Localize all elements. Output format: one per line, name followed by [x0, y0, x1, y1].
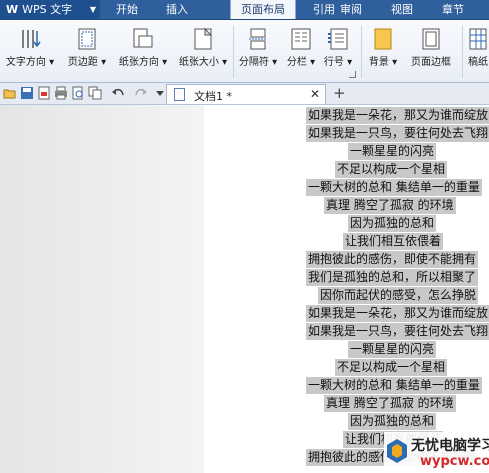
columns-button[interactable]: 分栏 ▾	[284, 20, 318, 82]
watermark-logo-icon	[387, 439, 407, 463]
menu-bar: W WPS 文字 ▼ 开始 插入 页面布局 引用 审阅 视图 章节	[0, 0, 489, 20]
text-line[interactable]: 因为孤独的总和	[348, 413, 437, 430]
orientation-button[interactable]: 纸张方向 ▾	[114, 20, 172, 82]
draft-paper-button[interactable]: 稿纸	[466, 20, 489, 82]
open-folder-icon[interactable]	[3, 86, 17, 100]
text-line[interactable]: 我们是孤独的总和，所以相聚了	[306, 269, 479, 286]
paper-size-button[interactable]: 纸张大小 ▾	[174, 20, 232, 82]
text-line[interactable]: 如果我是一只鸟，要往何处去飞翔	[306, 125, 489, 142]
orientation-icon	[131, 27, 155, 54]
draft-paper-icon	[467, 27, 489, 54]
text-line[interactable]: 一颗星星的闪亮	[348, 143, 437, 160]
watermark-url: wypcw.com	[420, 454, 489, 469]
page-setup-launcher-icon[interactable]	[349, 71, 356, 78]
text-line[interactable]: 因为孤独的总和	[348, 215, 437, 232]
text-line[interactable]: 不足以构成一个星相	[335, 161, 448, 178]
new-tab-button[interactable]: +	[333, 84, 346, 102]
text-line[interactable]: 因你而起伏的感受，怎么挣脱	[318, 287, 479, 304]
ribbon-divider	[462, 26, 463, 78]
document-area: 如果我是一朵花，那又为谁而绽放 如果我是一只鸟，要往何处去飞翔 一颗星星的闪亮 …	[0, 105, 489, 473]
menu-tab-insert[interactable]: 插入	[156, 0, 198, 19]
page-border-icon	[420, 27, 442, 54]
text-line[interactable]: 如果我是一只鸟，要往何处去飞翔	[306, 323, 489, 340]
ribbon: 文字方向 ▾ 页边距 ▾ 纸张方向 ▾ 纸张大小 ▾ 分隔符 ▾ 分栏 ▾ 行号…	[0, 20, 489, 83]
watermark-title: 无忧电脑学习网	[411, 438, 489, 454]
text-line[interactable]: 一颗大树的总和 集结单一的重量	[306, 377, 482, 394]
paper-size-label: 纸张大小 ▾	[178, 57, 228, 68]
orientation-label: 纸张方向 ▾	[118, 57, 168, 68]
menu-tab-page-layout[interactable]: 页面布局	[230, 0, 296, 19]
text-line[interactable]: 不足以构成一个星相	[335, 359, 448, 376]
margins-label: 页边距 ▾	[67, 57, 107, 68]
document-tab-title: 文档1 *	[194, 90, 232, 103]
app-title: WPS 文字	[22, 3, 73, 16]
columns-label: 分栏 ▾	[286, 57, 316, 68]
page-border-button[interactable]: 页面边框	[404, 20, 458, 82]
document-tab[interactable]: 文档1 * ✕	[166, 84, 326, 104]
print-preview-icon[interactable]	[71, 86, 85, 100]
text-direction-button[interactable]: 文字方向 ▾	[2, 20, 58, 82]
chevron-down-icon: ▼	[89, 5, 96, 14]
paper-size-icon	[192, 27, 214, 54]
ribbon-divider	[361, 26, 362, 78]
background-icon	[372, 27, 394, 54]
text-line[interactable]: 真理 腾空了孤寂 的环境	[324, 395, 456, 412]
export-pdf-icon[interactable]	[37, 86, 51, 100]
text-line[interactable]: 如果我是一朵花，那又为谁而绽放	[306, 305, 489, 322]
menu-tab-sections[interactable]: 章节	[432, 0, 474, 19]
document-icon	[174, 88, 185, 101]
separator-label: 分隔符 ▾	[238, 57, 278, 68]
text-line[interactable]: 一颗大树的总和 集结单一的重量	[306, 179, 482, 196]
text-line[interactable]: 一颗星星的闪亮	[348, 341, 437, 358]
menu-tab-review[interactable]: 审阅	[330, 0, 372, 19]
margins-button[interactable]: 页边距 ▾	[62, 20, 112, 82]
customize-icon[interactable]	[153, 86, 167, 100]
draft-paper-label: 稿纸	[468, 57, 488, 68]
menu-tab-home[interactable]: 开始	[106, 0, 148, 19]
text-line[interactable]: 让我们相互依偎着	[343, 233, 444, 250]
line-numbers-label: 行号 ▾	[323, 57, 353, 68]
text-line[interactable]: 拥抱彼此的感伤，即使不能拥有	[306, 251, 479, 268]
menu-tab-view[interactable]: 视图	[381, 0, 423, 19]
print-icon[interactable]	[54, 86, 68, 100]
wps-logo-icon: W	[6, 3, 19, 16]
separator-icon	[247, 27, 269, 54]
text-direction-label: 文字方向 ▾	[5, 57, 55, 68]
undo-icon[interactable]	[111, 86, 125, 100]
page-margin-area	[0, 105, 204, 473]
background-button[interactable]: 背景 ▾	[364, 20, 402, 82]
text-direction-icon	[18, 27, 42, 54]
background-label: 背景 ▾	[368, 57, 398, 68]
text-line[interactable]: 真理 腾空了孤寂 的环境	[324, 197, 456, 214]
copy-icon[interactable]	[88, 86, 102, 100]
site-watermark: 无忧电脑学习网 wypcw.com	[384, 432, 489, 472]
redo-icon[interactable]	[134, 86, 148, 100]
line-numbers-icon	[327, 27, 349, 54]
page-border-label: 页面边框	[411, 57, 451, 68]
margins-icon	[76, 27, 98, 54]
save-icon[interactable]	[20, 86, 34, 100]
separator-button[interactable]: 分隔符 ▾	[234, 20, 282, 82]
columns-icon	[290, 27, 312, 54]
app-menu-button[interactable]: W WPS 文字 ▼	[0, 0, 100, 19]
text-line[interactable]: 如果我是一朵花，那又为谁而绽放	[306, 107, 489, 124]
close-icon[interactable]: ✕	[310, 87, 320, 101]
